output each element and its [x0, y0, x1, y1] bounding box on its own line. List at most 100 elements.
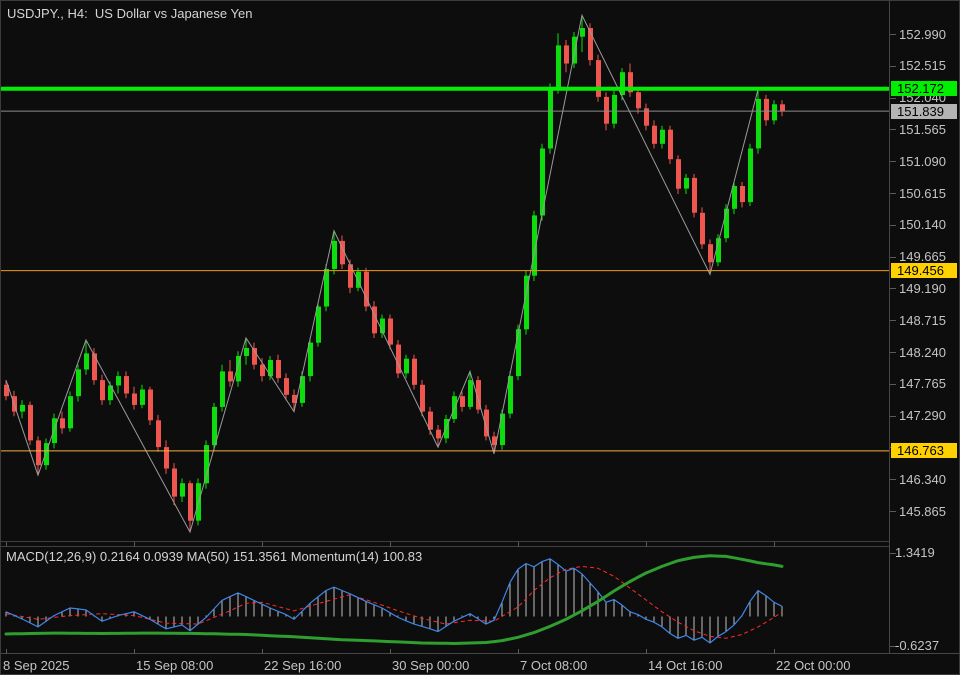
candle-body [124, 376, 129, 393]
time-tick-mark [518, 649, 519, 654]
price-tick-mark [890, 288, 896, 289]
price-tick-label: 148.240 [899, 345, 946, 360]
price-tick-mark [890, 225, 896, 226]
candle-body [436, 430, 441, 439]
price-tick-mark [890, 352, 896, 353]
time-tick-label: 7 Oct 08:00 [520, 658, 587, 673]
price-tick-label: 148.715 [899, 313, 946, 328]
divider-tick-mark [6, 542, 7, 547]
candle-body [740, 186, 745, 202]
candle-body [220, 371, 225, 407]
candle-body [756, 99, 761, 148]
price-tag-149.456: 149.456 [891, 263, 957, 278]
divider-tick-mark [646, 542, 647, 547]
price-tick-label: 149.190 [899, 281, 946, 296]
indicator-values-label: MACD(12,26,9) 0.2164 0.0939 MA(50) 151.3… [6, 549, 422, 564]
price-tick-mark [890, 161, 896, 162]
candle-body [724, 209, 729, 239]
candle-body [132, 394, 137, 405]
price-tick-mark [890, 129, 896, 130]
price-tick-label: 149.665 [899, 249, 946, 264]
candle-body [516, 329, 521, 376]
candle-body [548, 88, 553, 148]
candle-body [284, 378, 289, 395]
price-tick-label: 151.090 [899, 154, 946, 169]
price-tick-label: 147.290 [899, 408, 946, 423]
indicator-scale-label: 1.3419 [895, 546, 935, 560]
candle-body [404, 359, 409, 374]
price-tag-152.172: 152.172 [891, 81, 957, 96]
candle-body [780, 104, 785, 111]
candle-body [652, 126, 657, 144]
price-scale[interactable]: 152.990152.515152.040151.565151.090150.6… [889, 1, 960, 675]
candle-body [420, 385, 425, 412]
divider-tick-mark [390, 542, 391, 547]
candle-body [148, 390, 153, 421]
candle-body [332, 241, 337, 269]
candle-body [28, 405, 33, 441]
candle-body [564, 45, 569, 63]
price-tick-label: 152.990 [899, 27, 946, 42]
candle-body [76, 369, 81, 396]
candle-body [620, 72, 625, 95]
price-tag-151.839: 151.839 [891, 104, 957, 119]
price-tick-mark [890, 384, 896, 385]
time-tick-mark [262, 649, 263, 654]
candle-body [308, 343, 313, 377]
candle-body [20, 405, 25, 412]
candle-body [276, 360, 281, 378]
zigzag-line [6, 15, 758, 532]
time-tick-label: 22 Sep 16:00 [264, 658, 341, 673]
candle-body [172, 469, 177, 497]
time-tick-label: 30 Sep 00:00 [392, 658, 469, 673]
candle-body [140, 390, 145, 405]
price-tick-mark [890, 479, 896, 480]
candle-body [708, 244, 713, 262]
candle-body [412, 359, 417, 385]
candle-body [668, 130, 673, 160]
time-axis[interactable]: 8 Sep 202515 Sep 08:0022 Sep 16:0030 Sep… [1, 653, 960, 675]
candle-body [684, 178, 689, 189]
time-tick-label: 14 Oct 16:00 [648, 658, 722, 673]
candle-body [156, 420, 161, 447]
indicator-scale-label: -0.6237 [895, 639, 939, 653]
trading-terminal-window: USDJPY., H4: US Dollar vs Japanese Yen M… [0, 0, 960, 675]
price-tick-label: 150.140 [899, 217, 946, 232]
candle-body [60, 418, 65, 428]
time-tick-label: 22 Oct 00:00 [776, 658, 850, 673]
candle-body [100, 380, 105, 400]
candle-body [188, 483, 193, 521]
time-tick-mark [6, 649, 7, 654]
candle-body [68, 396, 73, 428]
candle-body [692, 178, 697, 213]
price-tick-mark [890, 416, 896, 417]
candle-body [244, 348, 249, 356]
price-tick-mark [890, 34, 896, 35]
candle-body [52, 418, 57, 443]
macd-line [6, 559, 782, 643]
price-tick-mark [890, 66, 896, 67]
price-tick-label: 152.515 [899, 58, 946, 73]
price-tick-mark [890, 193, 896, 194]
time-tick-label: 15 Sep 08:00 [136, 658, 213, 673]
price-tick-label: 150.615 [899, 186, 946, 201]
candle-body [84, 353, 89, 369]
candle-body [660, 130, 665, 144]
candle-body [468, 380, 473, 407]
price-tick-mark [890, 257, 896, 258]
candlestick-chart[interactable] [1, 1, 889, 542]
price-tick-mark [890, 98, 896, 99]
main-chart-pane[interactable] [1, 1, 889, 542]
price-tick-mark [890, 511, 896, 512]
price-tick-label: 145.865 [899, 504, 946, 519]
time-tick-mark [390, 649, 391, 654]
price-tick-label: 151.565 [899, 122, 946, 137]
candle-body [732, 186, 737, 209]
chart-title: USDJPY., H4: US Dollar vs Japanese Yen [7, 6, 252, 21]
time-tick-mark [134, 649, 135, 654]
candle-body [180, 483, 185, 496]
divider-tick-mark [262, 542, 263, 547]
signal-line [6, 566, 782, 638]
candle-body [164, 447, 169, 468]
candle-body [228, 371, 233, 381]
